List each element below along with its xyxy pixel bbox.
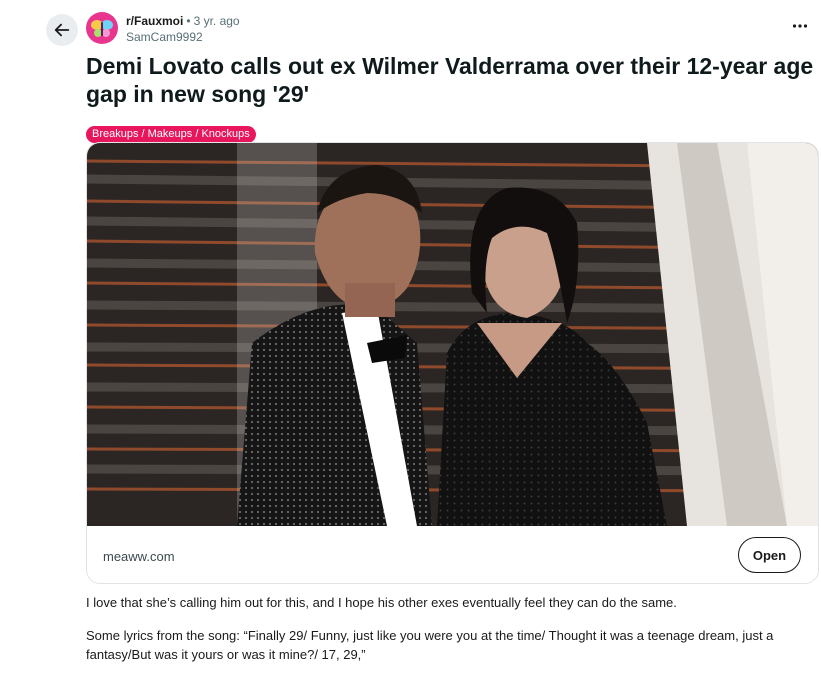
subreddit-link[interactable]: r/Fauxmoi: [126, 14, 183, 28]
link-domain[interactable]: meaww.com: [103, 549, 175, 564]
author-link[interactable]: SamCam9992: [126, 29, 240, 45]
subreddit-avatar[interactable]: [86, 12, 118, 44]
post-flair[interactable]: Breakups / Makeups / Knockups: [86, 126, 256, 143]
post-body: I love that she’s calling him out for th…: [86, 593, 814, 678]
arrow-left-icon: [54, 23, 70, 37]
meta-separator: •: [186, 14, 191, 28]
ellipsis-icon: [792, 24, 808, 28]
more-options-button[interactable]: [786, 12, 814, 40]
post-age: 3 yr. ago: [193, 14, 240, 28]
back-button[interactable]: [46, 14, 78, 46]
butterfly-icon: [91, 20, 113, 37]
post-meta: r/Fauxmoi • 3 yr. ago SamCam9992: [126, 13, 240, 45]
link-preview-card[interactable]: meaww.com Open: [86, 142, 819, 584]
body-paragraph-2: Some lyrics from the song: “Finally 29/ …: [86, 628, 774, 662]
post-title: Demi Lovato calls out ex Wilmer Valderra…: [86, 53, 814, 107]
open-link-button[interactable]: Open: [738, 537, 801, 573]
body-paragraph-1: I love that she’s calling him out for th…: [86, 595, 677, 610]
link-thumbnail-image: [87, 143, 818, 526]
